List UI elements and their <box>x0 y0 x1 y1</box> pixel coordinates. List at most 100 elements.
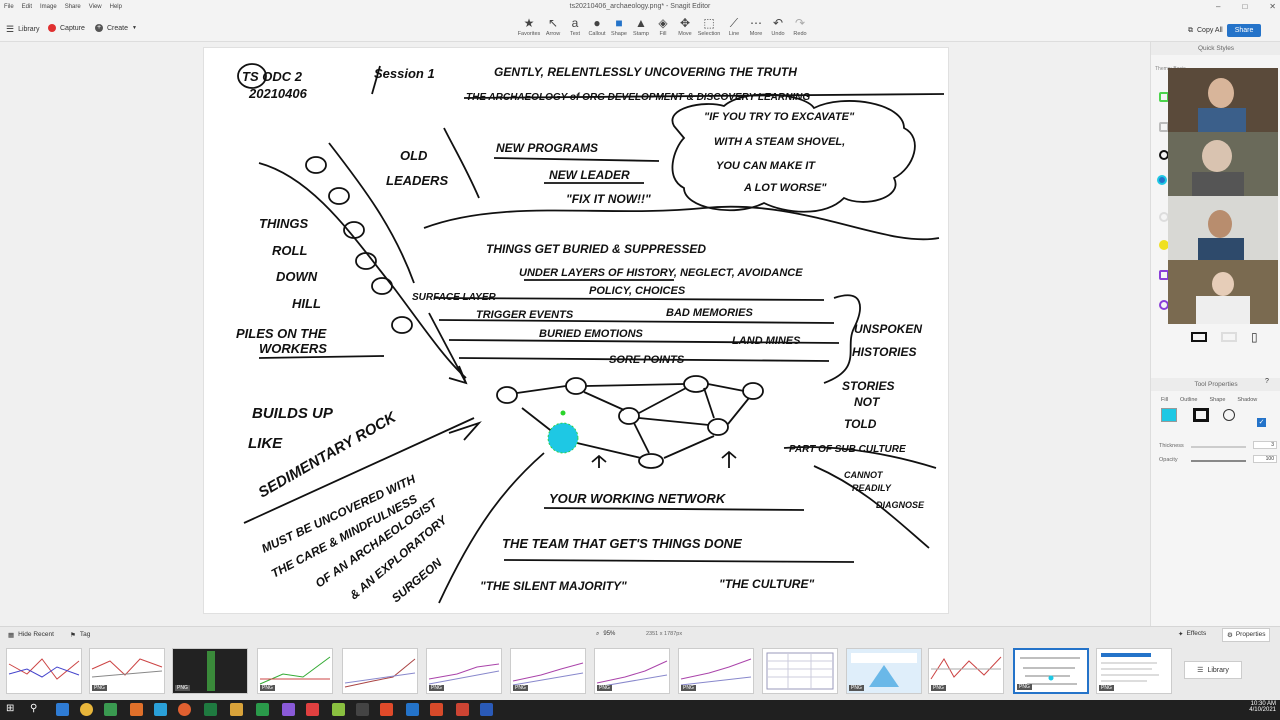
thickness-label: Thickness <box>1159 443 1184 449</box>
tool-arrow[interactable]: ↖ Arrow <box>542 15 564 37</box>
taskbar-app-icon[interactable] <box>480 703 493 716</box>
taskbar-app-icon[interactable] <box>80 703 93 716</box>
rotate-handle[interactable] <box>560 410 566 416</box>
recent-thumbnail[interactable]: PNG <box>594 648 670 694</box>
copy-all-button[interactable]: Copy All <box>1197 27 1223 34</box>
tool-fill[interactable]: ◈ Fill <box>652 15 674 37</box>
maximize-icon[interactable]: □ <box>1242 2 1247 11</box>
sketch-text: BAD MEMORIES <box>666 307 753 319</box>
create-label: Create <box>107 24 129 32</box>
taskbar-app-icon[interactable] <box>332 703 345 716</box>
png-tag: PNG <box>429 685 444 691</box>
library-tray-button[interactable]: ☰ Library <box>1184 661 1242 679</box>
tool-text[interactable]: a Text <box>564 15 586 37</box>
tool-label: Undo <box>771 31 785 37</box>
tool-selection[interactable]: ⬚ Selection <box>698 15 721 37</box>
properties-button[interactable]: ⚙ Properties <box>1222 628 1271 642</box>
sketch-text: WORKERS <box>259 341 327 356</box>
style-swatch[interactable] <box>1191 332 1207 342</box>
recent-thumbnail[interactable]: PNG <box>510 648 586 694</box>
shadow-checkbox[interactable]: ✓ <box>1257 418 1266 427</box>
recent-thumbnail[interactable]: PNG <box>678 648 754 694</box>
tool-move[interactable]: ✥ Move <box>674 15 696 37</box>
rock-1 <box>305 156 327 174</box>
taskbar-app-icon[interactable] <box>130 703 143 716</box>
opacity-slider[interactable] <box>1191 460 1246 462</box>
tool-more[interactable]: ⋯ More <box>745 15 767 37</box>
taskbar-app-icon[interactable] <box>230 703 243 716</box>
taskbar-app-icon[interactable] <box>380 703 393 716</box>
recent-thumbnail[interactable] <box>762 648 838 694</box>
recent-thumbnail[interactable]: PNG <box>846 648 922 694</box>
taskbar-app-icon[interactable] <box>56 703 69 716</box>
tool-label: Fill <box>659 31 667 37</box>
property-labels: Fill Outline Shape Shadow <box>1161 397 1280 403</box>
taskbar-app-icon[interactable] <box>356 703 369 716</box>
tool-stamp[interactable]: ▲ Stamp <box>630 15 652 37</box>
share-button[interactable]: Share <box>1226 24 1262 37</box>
recent-thumbnail[interactable]: PNG <box>172 648 248 694</box>
taskbar-app-icon[interactable] <box>104 703 117 716</box>
help-icon[interactable]: ? <box>1265 378 1269 385</box>
hide-recent-button[interactable]: ▦ Hide Recent <box>8 631 54 639</box>
shape-picker[interactable] <box>1223 409 1235 421</box>
sketch-text: YOU CAN MAKE IT <box>716 160 816 172</box>
recent-thumbnail[interactable]: PNG <box>426 648 502 694</box>
sketch-text: CANNOT <box>844 470 884 480</box>
effects-button[interactable]: ✦ Effects <box>1178 630 1206 638</box>
tool-line[interactable]: ⟋ Line <box>723 15 745 37</box>
style-swatch[interactable]: ▯ <box>1251 330 1258 344</box>
selected-node-shape[interactable] <box>547 422 579 454</box>
style-swatch-selected[interactable] <box>1157 175 1167 185</box>
up-arrow-1 <box>591 454 607 468</box>
shadow-label: Shadow <box>1237 397 1258 403</box>
new-programs-arrow <box>493 157 660 162</box>
windows-start-icon[interactable]: ⊞ <box>6 703 14 714</box>
outline-color-picker[interactable] <box>1193 408 1209 422</box>
recent-thumbnail[interactable] <box>342 648 418 694</box>
recent-thumbnail[interactable]: PNG <box>928 648 1004 694</box>
taskbar-app-icon[interactable] <box>178 703 191 716</box>
tool-favorites[interactable]: ★ Favorites <box>518 15 541 37</box>
taskbar-app-icon[interactable] <box>282 703 295 716</box>
taskbar-app-icon[interactable] <box>430 703 443 716</box>
taskbar-app-icon[interactable] <box>456 703 469 716</box>
thickness-input[interactable]: 3 <box>1253 441 1277 449</box>
capture-button[interactable]: Capture <box>48 24 85 32</box>
tool-label: Text <box>569 31 581 37</box>
opacity-input[interactable]: 100 <box>1253 455 1277 463</box>
taskbar-app-icon[interactable] <box>256 703 269 716</box>
close-icon[interactable]: ✕ <box>1269 2 1276 11</box>
surface-line <box>423 205 940 241</box>
recent-thumbnail[interactable]: PNG <box>89 648 165 694</box>
taskbar-app-icon[interactable] <box>204 703 217 716</box>
fill-color-picker[interactable] <box>1161 408 1177 422</box>
quick-styles-header: Quick Styles <box>1151 42 1280 55</box>
taskbar-app-icon[interactable] <box>406 703 419 716</box>
taskbar-app-icon[interactable] <box>306 703 319 716</box>
undo-button[interactable]: ↶ Undo <box>767 15 789 37</box>
recent-thumbnail[interactable] <box>6 648 82 694</box>
recent-thumbnail[interactable]: PNG <box>257 648 333 694</box>
create-button[interactable]: + Create ▼ <box>95 24 137 32</box>
system-clock[interactable]: 10:30 AM 4/10/2021 <box>1238 701 1276 713</box>
zoom-control[interactable]: ⌕ 95% <box>596 631 615 638</box>
taskbar-app-icon[interactable] <box>154 703 167 716</box>
minimize-icon[interactable]: – <box>1216 2 1220 11</box>
style-swatch[interactable] <box>1221 332 1237 342</box>
search-icon[interactable]: ⚲ <box>30 703 37 714</box>
redo-button[interactable]: ↷ Redo <box>789 15 811 37</box>
recent-thumbnail-selected[interactable]: PNG <box>1013 648 1089 694</box>
tool-callout[interactable]: ● Callout <box>586 15 608 37</box>
tool-shape[interactable]: ■ Shape <box>608 15 630 37</box>
recent-thumbnail[interactable]: PNG <box>1096 648 1172 694</box>
png-tag: PNG <box>1099 685 1114 691</box>
tool-label: Redo <box>793 31 807 37</box>
png-tag: PNG <box>1017 684 1032 690</box>
thickness-slider[interactable] <box>1191 446 1246 448</box>
opacity-label: Opacity <box>1159 457 1178 463</box>
sketch-text: NEW PROGRAMS <box>496 141 598 155</box>
library-button[interactable]: ☰ Library <box>6 24 39 35</box>
image-canvas[interactable]: TS ODC 2 20210406 Session 1 GENTLY, RELE… <box>203 47 949 614</box>
tag-button[interactable]: ⚑ Tag <box>70 631 90 639</box>
